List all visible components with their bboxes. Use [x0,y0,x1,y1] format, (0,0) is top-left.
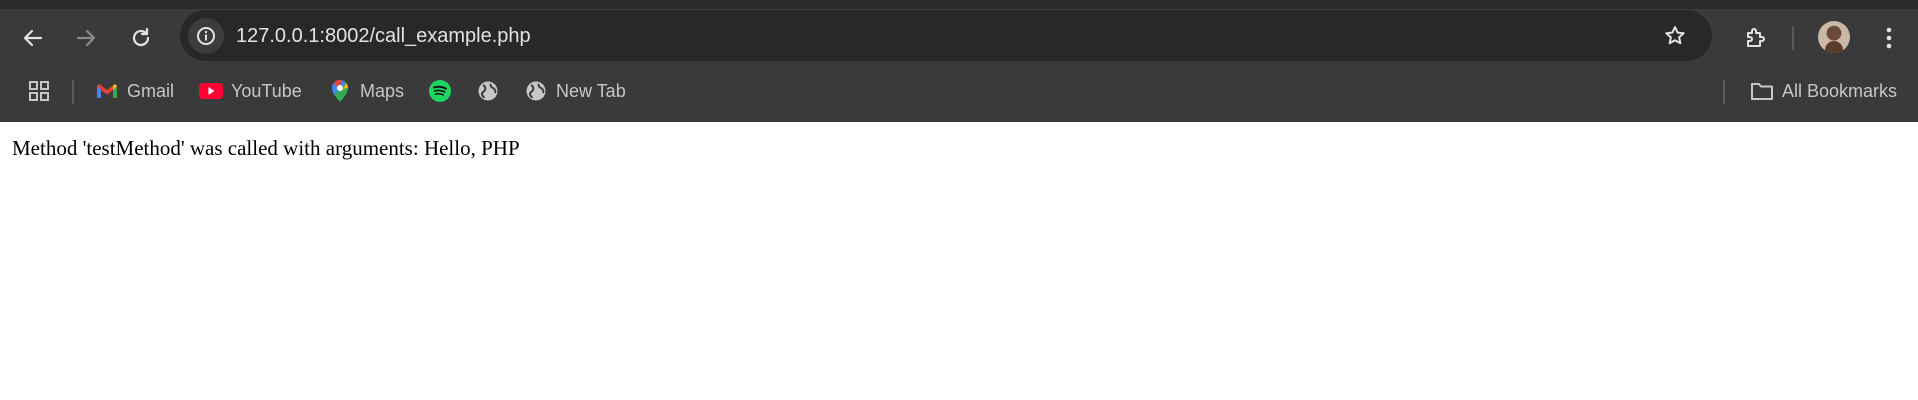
bookmark-globe[interactable] [476,69,500,113]
bookmarks-divider [72,80,74,104]
folder-icon [1750,79,1774,103]
arrow-right-icon [76,29,96,47]
bookmark-label: YouTube [231,80,302,101]
globe-icon [524,79,548,103]
info-icon [197,27,215,45]
bookmark-label: Gmail [127,80,175,101]
bookmark-new-tab[interactable]: New Tab [524,69,626,113]
apps-button[interactable] [27,69,51,113]
extensions-button[interactable] [1738,21,1772,55]
bookmark-gmail[interactable]: Gmail [95,69,174,113]
bookmark-label: New Tab [556,80,626,101]
site-info-button[interactable] [188,18,224,54]
all-bookmarks-button[interactable]: All Bookmarks [1750,69,1897,113]
page-content: Method 'testMethod' was called with argu… [0,122,1918,400]
arrow-left-icon [23,29,43,47]
page-body-text: Method 'testMethod' was called with argu… [12,136,520,160]
youtube-icon [199,79,223,103]
browser-toolbar: 127.0.0.1:8002/call_example.php [0,9,1918,64]
bookmark-spotify[interactable] [428,69,452,113]
globe-icon [476,79,500,103]
browser-chrome: 127.0.0.1:8002/call_example.php Gmail Yo… [0,0,1918,122]
browser-menu-button[interactable] [1872,21,1906,55]
bookmarks-bar: Gmail YouTube Maps New Tab All Bookmarks [0,69,1918,113]
all-bookmarks-label: All Bookmarks [1782,80,1898,101]
bookmarks-divider [1723,80,1725,104]
apps-grid-icon [27,79,51,103]
profile-avatar[interactable] [1818,21,1850,53]
toolbar-divider [1792,26,1794,50]
back-button[interactable] [16,21,50,55]
reload-icon [132,27,150,47]
bookmark-maps[interactable]: Maps [328,69,404,113]
bookmark-star-button[interactable] [1658,19,1692,53]
bookmark-youtube[interactable]: YouTube [199,69,302,113]
gmail-icon [95,79,119,103]
tab-strip [0,0,1918,9]
spotify-icon [428,79,452,103]
more-vertical-icon [1886,27,1892,49]
forward-button[interactable] [69,21,103,55]
maps-icon [328,79,352,103]
star-icon [1665,26,1685,45]
reload-button[interactable] [124,21,158,55]
url-text[interactable]: 127.0.0.1:8002/call_example.php [236,25,531,47]
bookmark-label: Maps [360,80,405,101]
address-bar[interactable]: 127.0.0.1:8002/call_example.php [180,10,1712,61]
puzzle-icon [1747,28,1765,47]
